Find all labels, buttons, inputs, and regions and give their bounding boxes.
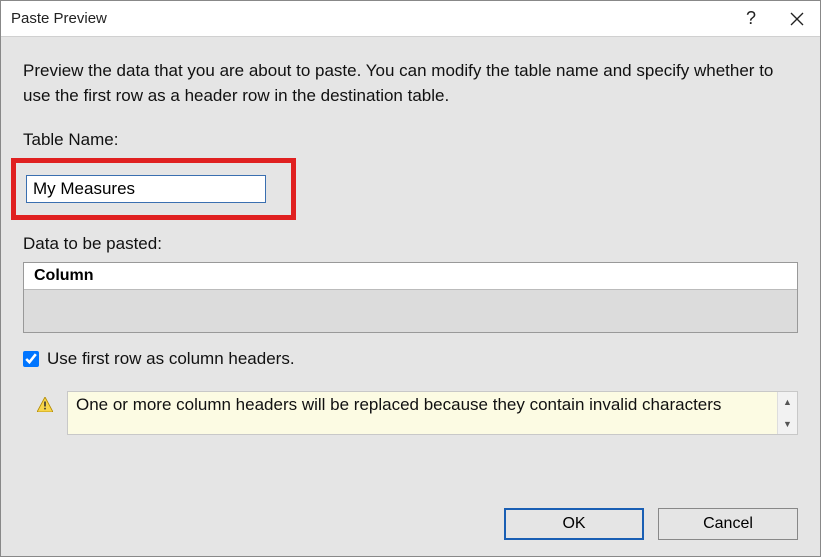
first-row-headers-label[interactable]: Use first row as column headers. <box>47 349 295 369</box>
dialog-buttons: OK Cancel <box>1 494 820 556</box>
dialog-description: Preview the data that you are about to p… <box>23 59 798 108</box>
data-to-paste-label: Data to be pasted: <box>23 234 798 254</box>
table-name-input[interactable] <box>26 175 266 203</box>
table-name-highlight <box>11 158 296 220</box>
warning-text: One or more column headers will be repla… <box>68 392 777 434</box>
warning-icon <box>37 397 53 416</box>
first-row-headers-checkbox[interactable] <box>23 351 39 367</box>
titlebar: Paste Preview ? <box>1 1 820 37</box>
close-icon <box>790 12 804 26</box>
first-row-headers-option: Use first row as column headers. <box>23 349 798 369</box>
data-preview-grid: Column <box>23 262 798 333</box>
dialog-title: Paste Preview <box>11 10 728 27</box>
close-button[interactable] <box>774 1 820 36</box>
table-name-label: Table Name: <box>23 130 798 150</box>
scroll-up-button[interactable]: ▲ <box>778 392 797 412</box>
titlebar-buttons: ? <box>728 1 820 36</box>
warning-box: One or more column headers will be repla… <box>67 391 798 435</box>
scroll-down-button[interactable]: ▼ <box>778 414 797 434</box>
warning-scrollbar: ▲ ▼ <box>777 392 797 434</box>
help-button[interactable]: ? <box>728 8 774 29</box>
data-preview-body <box>24 290 797 332</box>
ok-button[interactable]: OK <box>504 508 644 540</box>
warning-row: One or more column headers will be repla… <box>37 391 798 435</box>
paste-preview-dialog: Paste Preview ? Preview the data that yo… <box>0 0 821 557</box>
column-header: Column <box>24 263 797 290</box>
dialog-content: Preview the data that you are about to p… <box>1 37 820 494</box>
cancel-button[interactable]: Cancel <box>658 508 798 540</box>
